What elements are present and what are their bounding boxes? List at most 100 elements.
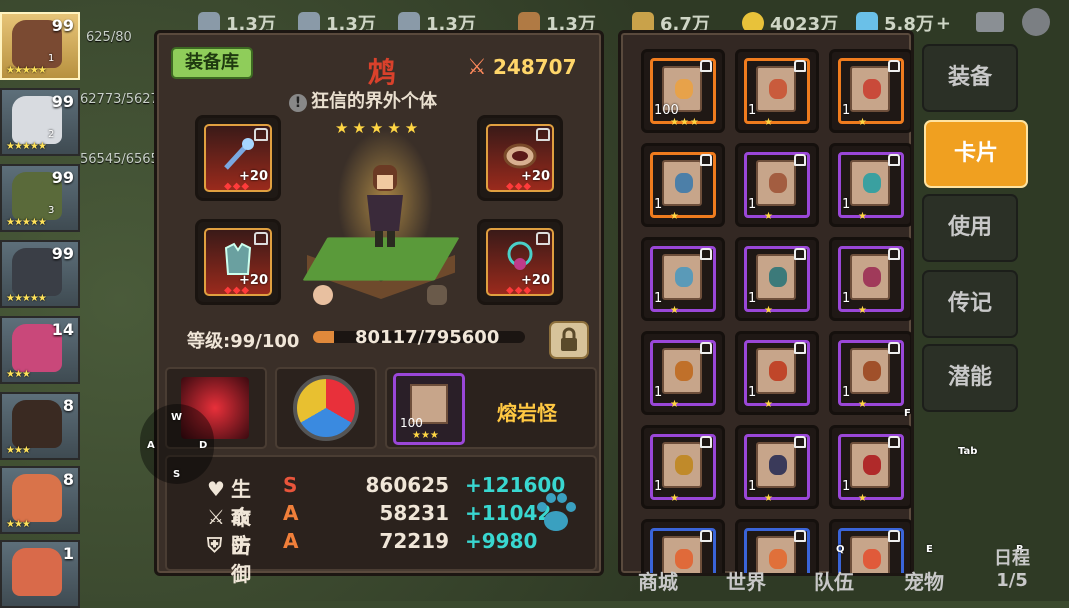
padlock-icon xyxy=(561,327,577,351)
element-slot[interactable] xyxy=(275,367,377,449)
equipment-slot-amulet[interactable]: +20 ◆◆◆ xyxy=(477,219,563,305)
card-count: 1 xyxy=(842,197,851,212)
monster-sprite xyxy=(863,173,881,193)
card-count: 1 xyxy=(842,385,851,400)
key-hint-e: E xyxy=(926,544,933,555)
hero-slot-5[interactable]: 14 ★★★ xyxy=(0,316,80,384)
card-monster-icon xyxy=(662,348,702,394)
card-item[interactable]: 1 ★ xyxy=(641,143,725,227)
lock-icon xyxy=(254,232,268,245)
lock-icon xyxy=(794,530,806,542)
card-item[interactable]: 1 ★ xyxy=(641,237,725,321)
card-item[interactable]: 1 ★ xyxy=(829,425,911,509)
exp-text: 80117/795600 xyxy=(355,327,500,348)
card-monster-icon xyxy=(662,254,702,300)
card-stars: ★ xyxy=(764,493,774,504)
equipment-slot-armor[interactable]: +20 ◆◆◆ xyxy=(195,219,281,305)
lock-icon xyxy=(794,248,806,260)
card-item[interactable]: 1 ★ xyxy=(829,331,911,415)
card-count: 1 xyxy=(842,479,851,494)
hero-slot-7[interactable]: 8 ★★★ xyxy=(0,466,80,534)
card-stars: ★★★ xyxy=(670,117,700,128)
key-hint-f: F xyxy=(904,408,911,419)
paw-icon[interactable] xyxy=(533,489,579,535)
tab-biography[interactable]: 传记 xyxy=(922,270,1018,338)
lock-icon xyxy=(794,342,806,354)
tab-potential[interactable]: 潜能 xyxy=(922,344,1018,412)
card-monster-icon xyxy=(662,442,702,488)
card-monster-icon xyxy=(850,536,890,573)
hero-detail-panel: 装备库 鸩 ⚔ 248707 ! 狂信的界外个体 ★★★★★ +20 ◆◆◆ +2… xyxy=(154,30,604,586)
element-wheel-icon xyxy=(293,375,359,441)
equipment-storage-button[interactable]: 装备库 xyxy=(171,47,253,79)
hero-slot-6[interactable]: 8 ★★★ xyxy=(0,392,80,460)
key-hint-q: Q xyxy=(836,544,845,555)
card-monster-icon xyxy=(850,348,890,394)
card-item[interactable]: 1 ★ xyxy=(735,143,819,227)
info-icon[interactable]: ! xyxy=(289,94,307,112)
card-count: 1 xyxy=(748,103,757,118)
card-count: 1 xyxy=(748,385,757,400)
hero-portrait xyxy=(12,400,62,448)
hero-slot-1[interactable]: 99 1 ★★★★★ xyxy=(0,12,80,80)
equipment-slot-weapon[interactable]: +20 ◆◆◆ xyxy=(195,115,281,201)
hero-hp-text: 56545/6565 xyxy=(80,152,159,167)
lock-icon xyxy=(536,232,550,245)
mail-icon[interactable] xyxy=(976,12,1004,32)
card-item[interactable]: 1 ★ xyxy=(829,143,911,227)
monster-sprite xyxy=(769,549,787,569)
nav-schedule[interactable]: 日程 1/5 xyxy=(994,548,1030,592)
card-item[interactable]: 100 ★★★ xyxy=(641,49,725,133)
equipped-card-slot[interactable]: 100 ★★★ xyxy=(385,367,597,449)
hero-sprite xyxy=(367,165,403,247)
card-item[interactable]: 1 ★ xyxy=(735,331,819,415)
hero-name: 鸩 xyxy=(367,56,396,89)
card-monster-icon xyxy=(662,160,702,206)
monster-sprite xyxy=(769,267,787,287)
tab-use[interactable]: 使用 xyxy=(922,194,1018,262)
pet-icon[interactable] xyxy=(427,285,447,305)
card-item[interactable]: 1 ★ xyxy=(641,331,725,415)
nav-shop[interactable]: 商城 xyxy=(638,566,678,595)
key-hint-d: D xyxy=(199,440,208,451)
lock-icon xyxy=(794,154,806,166)
hero-slot-4[interactable]: 99 ★★★★★ xyxy=(0,240,80,308)
settings-gear-icon[interactable] xyxy=(1022,8,1050,36)
nav-pet[interactable]: 宠物 xyxy=(904,566,944,595)
hero-slot-3[interactable]: 99 3 ★★★★★ xyxy=(0,164,80,232)
hero-hp-text: 62773/5627 xyxy=(80,92,159,107)
nav-team[interactable]: 队伍 xyxy=(814,566,854,595)
card-item[interactable]: 1 ★ xyxy=(735,237,819,321)
monster-sprite xyxy=(863,79,881,99)
add-resource-button[interactable]: + xyxy=(936,13,951,34)
card-count: 1 xyxy=(842,291,851,306)
monster-sprite xyxy=(769,173,787,193)
monster-sprite xyxy=(675,173,693,193)
card-stars: ★ xyxy=(670,305,680,316)
tab-equipment[interactable]: 装备 xyxy=(922,44,1018,112)
equipment-slot-ring[interactable]: +20 ◆◆◆ xyxy=(477,115,563,201)
card-item[interactable]: 1 ★ xyxy=(829,49,911,133)
hero-slot-8[interactable]: 1 xyxy=(0,540,80,608)
tab-cards[interactable]: 卡片 xyxy=(924,120,1028,188)
monster-sprite xyxy=(863,267,881,287)
lock-icon xyxy=(888,436,900,448)
hero-level: 等级:99/100 xyxy=(187,331,300,352)
nav-world[interactable]: 世界 xyxy=(726,566,766,595)
lock-icon xyxy=(700,60,712,72)
card-item[interactable]: 1 ★ xyxy=(735,49,819,133)
card-stars: ★ xyxy=(764,305,774,316)
ring-icon xyxy=(503,143,537,169)
card-item[interactable]: 1 ★ xyxy=(735,425,819,509)
sword-icon: ⚔ xyxy=(207,505,225,529)
card-count: 1 xyxy=(654,479,663,494)
card-monster-icon xyxy=(756,442,796,488)
hero-slot-2[interactable]: 99 2 ★★★★★ xyxy=(0,88,80,156)
card-item[interactable]: 1 ★ xyxy=(829,237,911,321)
lock-icon xyxy=(888,530,900,542)
monster-sprite xyxy=(675,361,693,381)
lock-hero-button[interactable] xyxy=(549,321,589,359)
card-item[interactable]: 1 ★ xyxy=(641,425,725,509)
lock-icon xyxy=(794,436,806,448)
monster-sprite xyxy=(675,455,693,475)
